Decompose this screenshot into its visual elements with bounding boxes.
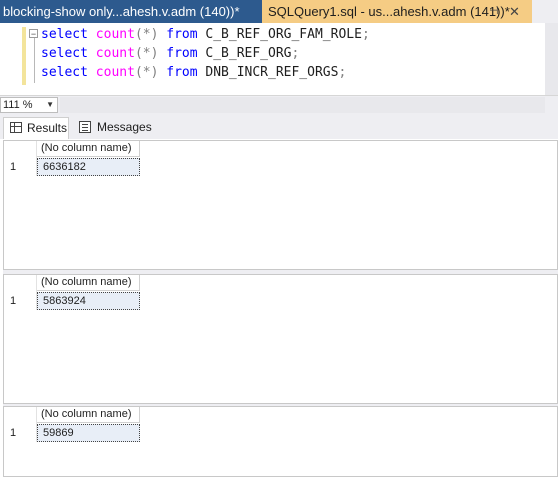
keyword: from <box>166 65 198 80</box>
tab-sqlquery1[interactable]: SQLQuery1.sql - us...ahesh.v.adm (141))*… <box>262 0 532 23</box>
zoom-bar: 111 % ▼ <box>0 95 558 115</box>
statement-end: ; <box>361 27 370 42</box>
tab-results-label: Results <box>27 121 68 135</box>
pin-icon[interactable]: ⊣ <box>489 0 499 23</box>
messages-icon <box>79 121 91 133</box>
code-line-1[interactable]: select count(*) from C_B_REF_ORG_FAM_ROL… <box>41 27 370 42</box>
function-name: count <box>95 27 135 42</box>
grid-corner[interactable] <box>4 275 36 291</box>
editor-vertical-scrollbar[interactable] <box>545 23 558 95</box>
zoom-value: 111 % <box>3 99 33 111</box>
document-tab-bar: blocking-show only...ahesh.v.adm (140))*… <box>0 0 558 23</box>
keyword: select <box>41 46 88 61</box>
grid-icon <box>10 122 22 133</box>
keyword: select <box>41 65 88 80</box>
row-number[interactable]: 1 <box>4 158 36 176</box>
code-line-3[interactable]: select count(*) from DNB_INCR_REF_ORGS; <box>41 65 346 80</box>
result-cell[interactable]: 6636182 <box>37 158 140 176</box>
results-tab-bar: Results Messages <box>0 114 558 139</box>
result-grid-3[interactable]: (No column name) 1 59869 <box>3 406 558 477</box>
function-name: count <box>95 46 135 61</box>
row-number[interactable]: 1 <box>4 292 36 310</box>
fold-guide <box>34 37 35 83</box>
function-args: (*) <box>134 65 159 80</box>
query-editor[interactable]: − select count(*) from C_B_REF_ORG_FAM_R… <box>0 23 545 95</box>
column-header[interactable]: (No column name) <box>37 141 140 157</box>
tab-messages[interactable]: Messages <box>74 117 152 139</box>
table-name: C_B_REF_ORG <box>205 46 292 61</box>
result-grid-2[interactable]: (No column name) 1 5863924 <box>3 274 558 404</box>
grid-corner[interactable] <box>4 407 36 423</box>
editor-horizontal-scrollbar[interactable] <box>60 97 545 113</box>
tab-results[interactable]: Results <box>3 117 69 139</box>
result-grid-1[interactable]: (No column name) 1 6636182 <box>3 140 558 270</box>
function-name: count <box>95 65 135 80</box>
column-header[interactable]: (No column name) <box>37 407 140 423</box>
change-margin <box>22 27 26 85</box>
statement-end: ; <box>291 46 300 61</box>
column-header[interactable]: (No column name) <box>37 275 140 291</box>
table-name: C_B_REF_ORG_FAM_ROLE <box>205 27 362 42</box>
collapse-icon[interactable]: − <box>29 29 38 39</box>
tab-messages-label: Messages <box>97 120 152 134</box>
result-cell[interactable]: 5863924 <box>37 292 140 310</box>
function-args: (*) <box>134 27 159 42</box>
table-name: DNB_INCR_REF_ORGS <box>205 65 339 80</box>
chevron-down-icon[interactable]: ▼ <box>46 98 54 112</box>
zoom-dropdown[interactable]: 111 % ▼ <box>0 97 58 113</box>
close-tab-icon[interactable]: ✕ <box>509 0 520 23</box>
row-number[interactable]: 1 <box>4 424 36 442</box>
grid-corner[interactable] <box>4 141 36 157</box>
keyword: from <box>166 46 198 61</box>
tab-blocking-query[interactable]: blocking-show only...ahesh.v.adm (140))* <box>0 0 262 23</box>
result-cell[interactable]: 59869 <box>37 424 140 442</box>
tab-blocking-query-label: blocking-show only...ahesh.v.adm (140))* <box>3 4 240 19</box>
statement-end: ; <box>338 65 347 80</box>
code-line-2[interactable]: select count(*) from C_B_REF_ORG; <box>41 46 299 61</box>
keyword: select <box>41 27 88 42</box>
tab-sqlquery1-label: SQLQuery1.sql - us...ahesh.v.adm (141))* <box>268 4 510 19</box>
keyword: from <box>166 27 198 42</box>
function-args: (*) <box>134 46 159 61</box>
